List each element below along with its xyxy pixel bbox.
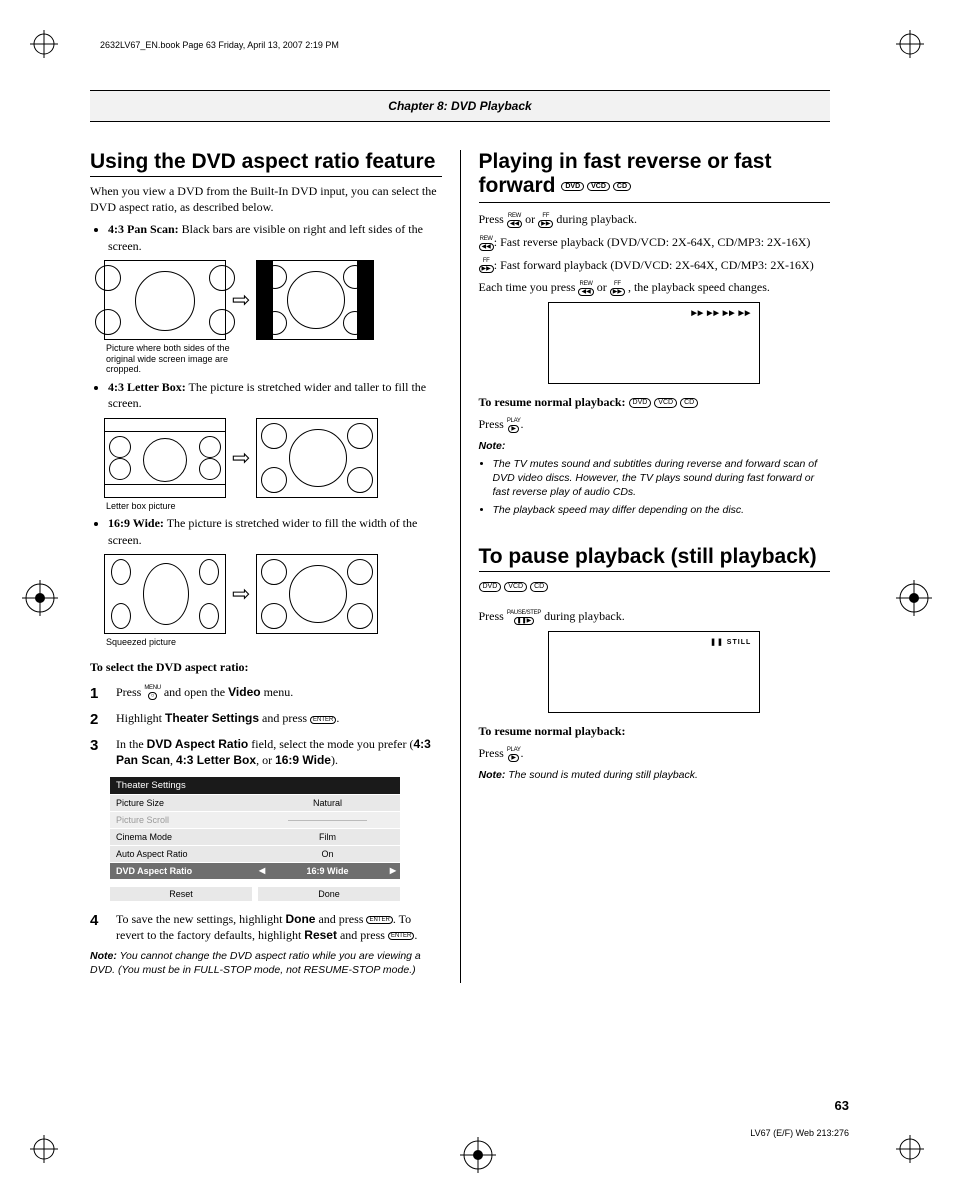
step-2: Highlight Theater Settings and press ENT…	[116, 710, 442, 730]
enter-button-icon: ENTER	[388, 931, 414, 940]
bullet-169wide: 16:9 Wide: The picture is stretched wide…	[108, 515, 442, 547]
play-button-icon: PLAY▶	[507, 747, 521, 762]
step-4: To save the new settings, highlight Done…	[116, 911, 442, 943]
section-aspect-ratio: Using the DVD aspect ratio feature	[90, 150, 442, 177]
tv-osd-fast: ▶▶ ▶▶ ▶▶ ▶▶	[548, 302, 760, 384]
resume-text-1: Press PLAY▶.	[479, 416, 831, 433]
arrow-icon: ⇨	[232, 583, 250, 605]
step-3: In the DVD Aspect Ratio field, select th…	[116, 736, 442, 768]
note-item: The playback speed may differ depending …	[493, 503, 831, 517]
rew-button-icon: REW◀◀	[479, 236, 494, 251]
arrow-icon: ⇨	[232, 289, 250, 311]
caption-panscan: Picture where both sides of the original…	[106, 343, 236, 375]
note-aspect: Note: You cannot change the DVD aspect r…	[90, 949, 442, 977]
note-head: Note:	[479, 439, 831, 453]
resume-head-2: To resume normal playback:	[479, 723, 831, 739]
ff-button-icon: FF▶▶	[610, 281, 625, 296]
tv-osd-still: ❚❚ STILL	[548, 631, 760, 713]
menu-done: Done	[258, 887, 400, 901]
figure-169wide: ⇨	[104, 554, 442, 634]
menu-title: Theater Settings	[110, 777, 400, 795]
left-column: Using the DVD aspect ratio feature When …	[90, 150, 442, 983]
resume-text-2: Press PLAY▶.	[479, 745, 831, 762]
fast-p2: REW◀◀: Fast reverse playback (DVD/VCD: 2…	[479, 234, 831, 251]
figure-letterbox: ⇨	[104, 418, 442, 498]
footer-code: LV67 (E/F) Web 213:276	[750, 1128, 849, 1138]
menu-reset: Reset	[110, 887, 252, 901]
note-item: The TV mutes sound and subtitles during …	[493, 457, 831, 500]
resume-head-1: To resume normal playback: DVDVCDCD	[479, 394, 831, 410]
bullet-panscan: 4:3 Pan Scan: Black bars are visible on …	[108, 221, 442, 253]
play-button-icon: PLAY▶	[507, 418, 521, 433]
ff-button-icon: FF▶▶	[538, 213, 553, 228]
caption-letterbox: Letter box picture	[106, 501, 236, 512]
intro-text: When you view a DVD from the Built-In DV…	[90, 183, 442, 215]
disc-badges: DVDVCDCD	[561, 182, 631, 192]
figure-panscan: ⇨	[104, 260, 442, 340]
rew-button-icon: REW◀◀	[507, 213, 522, 228]
disc-badges: DVDVCDCD	[629, 398, 699, 408]
right-column: Playing in fast reverse or fast forward …	[479, 150, 831, 983]
pause-p: Press PAUSE/STEP❚❚▶ during playback.	[479, 608, 831, 625]
pause-button-icon: PAUSE/STEP❚❚▶	[507, 610, 541, 625]
caption-169wide: Squeezed picture	[106, 637, 236, 648]
book-header-line: 2632LV67_EN.book Page 63 Friday, April 1…	[100, 40, 864, 50]
reg-target-icon	[22, 580, 58, 616]
reg-target-icon	[460, 1137, 496, 1173]
bullet-letterbox: 4:3 Letter Box: The picture is stretched…	[108, 379, 442, 411]
disc-badges: DVDVCDCD	[479, 582, 549, 592]
crop-mark-icon	[896, 30, 924, 58]
step-1: Press MENU○ and open the Video menu.	[116, 684, 442, 704]
note-still: Note: The sound is muted during still pl…	[479, 768, 831, 782]
crop-mark-icon	[30, 1135, 58, 1163]
rew-button-icon: REW◀◀	[578, 281, 593, 296]
page-number: 63	[835, 1098, 849, 1113]
fast-p3: FF▶▶: Fast forward playback (DVD/VCD: 2X…	[479, 257, 831, 274]
enter-button-icon: ENTER	[310, 715, 336, 724]
menu-button-icon: MENU○	[144, 685, 160, 700]
arrow-icon: ⇨	[232, 447, 250, 469]
theater-settings-menu: Theater Settings Picture SizeNatural Pic…	[110, 777, 400, 879]
crop-mark-icon	[896, 1135, 924, 1163]
enter-button-icon: ENTER	[366, 915, 392, 924]
reg-target-icon	[896, 580, 932, 616]
section-pause: To pause playback (still playback)	[479, 545, 831, 572]
ff-button-icon: FF▶▶	[479, 258, 494, 273]
crop-mark-icon	[30, 30, 58, 58]
select-subhead: To select the DVD aspect ratio:	[90, 659, 442, 675]
section-fast-play: Playing in fast reverse or fast forward …	[479, 150, 831, 198]
column-divider	[460, 150, 461, 983]
chapter-heading: Chapter 8: DVD Playback	[90, 90, 830, 122]
fast-p4: Each time you press REW◀◀ or FF▶▶ , the …	[479, 279, 831, 296]
fast-p1: Press REW◀◀ or FF▶▶ during playback.	[479, 211, 831, 228]
